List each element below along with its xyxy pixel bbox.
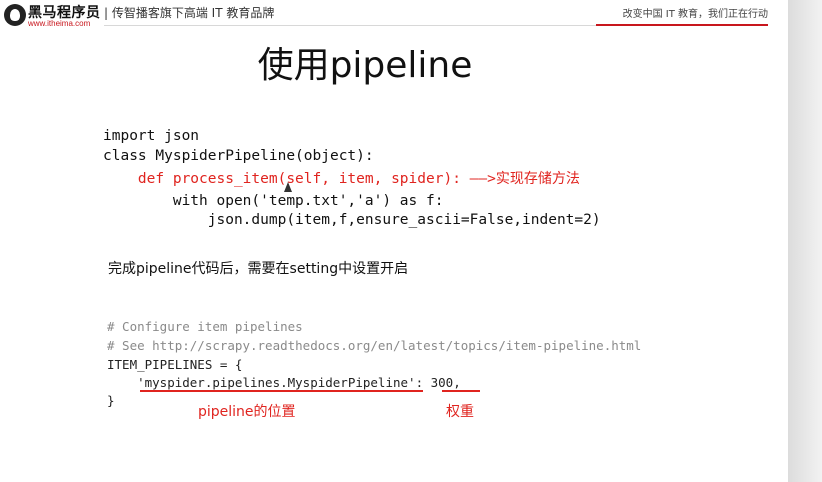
brand-url: www.itheima.com: [28, 19, 91, 28]
pipeline-weight-underline: [442, 390, 480, 392]
pipeline-position-label: pipeline的位置: [198, 404, 296, 420]
config-pipeline-key: 'myspider.pipelines.MyspiderPipeline': [107, 375, 416, 390]
header-divider: [104, 25, 604, 26]
config-item-pipelines: ITEM_PIPELINES = {: [107, 357, 243, 372]
mouse-cursor-icon: [284, 182, 292, 192]
slide-title: 使用pipeline: [257, 45, 473, 86]
pipeline-weight-label: 权重: [446, 404, 474, 420]
config-pipeline-value: 300,: [430, 375, 461, 390]
config-close-brace: }: [107, 393, 115, 408]
code-def-text: def process_item(self, item, spider): ——…: [103, 171, 496, 187]
setting-note: 完成pipeline代码后，需要在setting中设置开启: [108, 261, 409, 277]
header-accent-divider: [596, 24, 768, 26]
code-line-import: import json: [103, 128, 200, 144]
code-line-dump: json.dump(item,f,ensure_ascii=False,inde…: [103, 212, 601, 228]
pipeline-key-underline: [140, 390, 423, 392]
header-slogan: | 传智播客旗下高端 IT 教育品牌: [104, 6, 275, 20]
config-pipeline-sep: :: [415, 375, 431, 390]
config-comment-1: # Configure item pipelines: [107, 319, 303, 334]
code-line-def: def process_item(self, item, spider): ——…: [103, 169, 580, 189]
brand-logo-icon: [4, 4, 26, 26]
slide: 黑马程序员 www.itheima.com | 传智播客旗下高端 IT 教育品牌…: [0, 0, 788, 482]
header-right-text: 改变中国 IT 教育，我们正在行动: [622, 9, 768, 20]
code-line-with: with open('temp.txt','a') as f:: [103, 193, 444, 209]
config-comment-2: # See http://scrapy.readthedocs.org/en/l…: [107, 338, 642, 353]
side-panel: [788, 0, 822, 482]
code-def-note: 实现存储方法: [495, 171, 580, 187]
code-line-class: class MyspiderPipeline(object):: [103, 148, 374, 164]
